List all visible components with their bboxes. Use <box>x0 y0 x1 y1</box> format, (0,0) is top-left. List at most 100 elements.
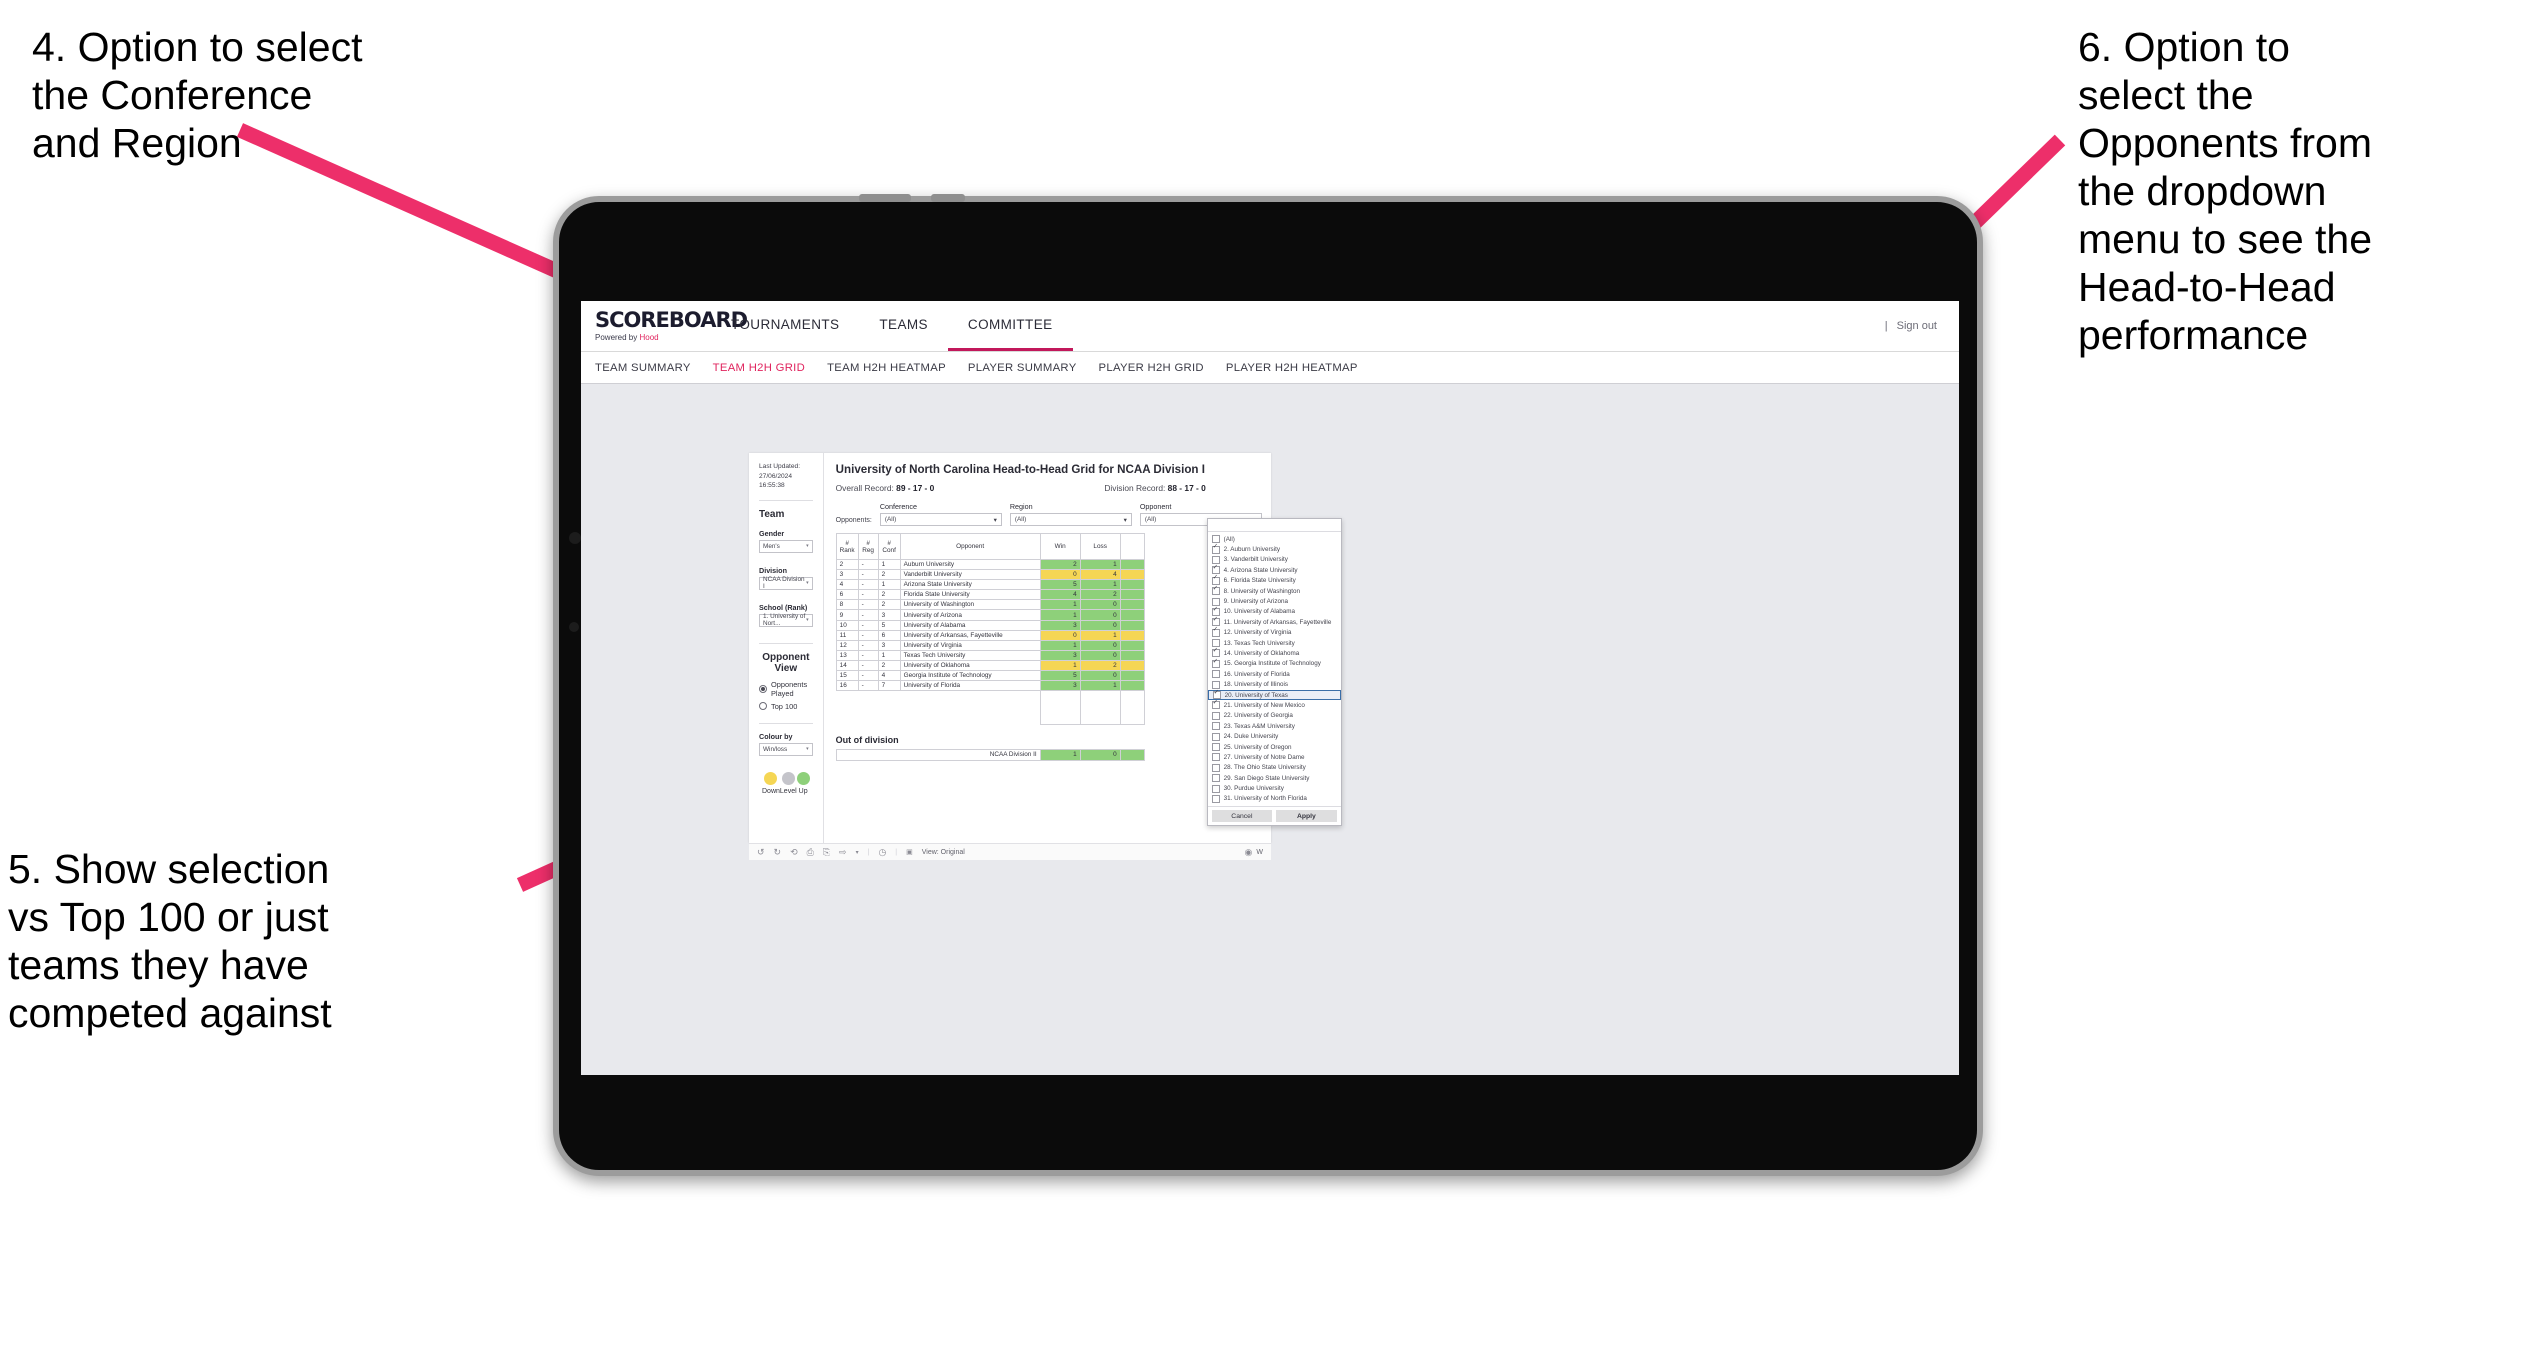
topnav-item-committee[interactable]: COMMITTEE <box>947 301 1073 351</box>
checkbox-icon[interactable] <box>1211 575 1220 585</box>
cancel-button[interactable]: Cancel <box>1211 810 1273 823</box>
table-row[interactable]: 9-3 University of Arizona 1 0 <box>835 609 1145 621</box>
checkbox-icon[interactable] <box>1211 743 1220 751</box>
clock-icon[interactable]: ◷ <box>878 847 886 858</box>
table-row[interactable]: 10-5 University of Alabama 3 0 <box>835 619 1145 631</box>
colour-by-select[interactable]: Win/loss ▾ <box>759 742 813 756</box>
table-row[interactable]: 11-6 University of Arkansas, Fayetteville… <box>835 629 1145 641</box>
opponent-option[interactable]: 21. University of New Mexico <box>1208 700 1341 710</box>
checkbox-icon[interactable] <box>1211 722 1220 731</box>
checkbox-icon[interactable] <box>1211 753 1220 762</box>
opponent-option[interactable]: 23. Texas A&M University <box>1208 721 1341 731</box>
opponent-option[interactable]: 15. Georgia Institute of Technology <box>1208 659 1341 669</box>
opponent-option[interactable]: 14. University of Oklahoma <box>1208 648 1341 658</box>
topnav-item-tournaments[interactable]: TOURNAMENTS <box>711 301 859 351</box>
table-row[interactable]: 16-7 University of Florida 3 1 <box>835 680 1145 692</box>
checkbox-icon[interactable] <box>1211 639 1220 648</box>
conference-filter-select[interactable]: (All) ▾ <box>879 513 1002 526</box>
table-row[interactable]: 4-1 Arizona State University 5 1 <box>835 579 1145 591</box>
watch-label[interactable]: W <box>1256 849 1263 856</box>
opponent-option[interactable]: 24. Duke University <box>1208 731 1341 741</box>
checkbox-icon[interactable] <box>1211 617 1220 627</box>
scoreboard-logo[interactable]: SCOREBOARD Powered by Hood <box>581 301 748 351</box>
caret-icon[interactable]: ▾ <box>856 849 859 856</box>
opponent-option[interactable]: 8. University of Washington <box>1208 586 1341 596</box>
gender-select[interactable]: Men's ▾ <box>759 539 813 553</box>
school-select[interactable]: 1. University of Nort... ▾ <box>759 613 813 627</box>
revert-icon[interactable]: ⟲ <box>790 847 798 858</box>
undo-icon[interactable]: ↺ <box>757 847 765 858</box>
subnav-item-player-summary[interactable]: PLAYER SUMMARY <box>968 362 1077 374</box>
checkbox-icon[interactable] <box>1211 586 1220 596</box>
opponent-option[interactable]: 30. Purdue University <box>1208 783 1341 793</box>
opponent-option[interactable]: 11. University of Arkansas, Fayetteville <box>1208 617 1341 627</box>
power-button[interactable] <box>931 194 965 202</box>
view-original-icon[interactable]: ▣ <box>906 848 913 856</box>
share-icon[interactable]: ⇨ <box>839 847 847 858</box>
table-row[interactable]: 12-3 University of Virginia 1 0 <box>835 639 1145 651</box>
apply-button[interactable]: Apply <box>1276 810 1337 823</box>
topnav-item-teams[interactable]: TEAMS <box>859 301 948 351</box>
checkbox-icon[interactable] <box>1211 535 1220 544</box>
subnav-item-player-h2h-heatmap[interactable]: PLAYER H2H HEATMAP <box>1226 362 1358 374</box>
volume-button[interactable] <box>859 194 911 202</box>
region-filter-select[interactable]: (All) ▾ <box>1009 513 1132 526</box>
checkbox-icon[interactable] <box>1211 732 1220 741</box>
opponent-option[interactable]: 29. San Diego State University <box>1208 773 1341 783</box>
checkbox-icon[interactable] <box>1211 659 1220 668</box>
checkbox-icon[interactable] <box>1211 565 1220 575</box>
opponent-option[interactable]: 20. University of Texas <box>1207 690 1341 701</box>
view-label[interactable]: View: Original <box>922 849 965 856</box>
checkbox-icon[interactable] <box>1212 690 1221 700</box>
opponent-option[interactable]: 3. Vanderbilt University <box>1208 555 1341 565</box>
opponent-option[interactable]: 10. University of Alabama <box>1208 607 1341 617</box>
table-row[interactable]: 6-2 Florida State University 4 2 <box>835 589 1145 601</box>
checkbox-icon[interactable] <box>1211 607 1220 616</box>
redo-icon[interactable]: ↻ <box>774 847 782 858</box>
checkbox-icon[interactable] <box>1211 784 1220 793</box>
checkbox-icon[interactable] <box>1211 680 1220 689</box>
watch-eye-icon[interactable]: ◉ <box>1245 847 1253 858</box>
opponent-option[interactable]: 6. Florida State University <box>1208 575 1341 586</box>
refresh-data-icon[interactable]: ⎙ <box>807 847 814 858</box>
checkbox-icon[interactable] <box>1211 544 1220 554</box>
table-row[interactable]: 15-4 Georgia Institute of Technology 5 0 <box>835 670 1145 682</box>
opponent-option[interactable]: 9. University of Arizona <box>1208 596 1341 606</box>
checkbox-icon[interactable] <box>1211 774 1220 783</box>
opponent-option[interactable]: 25. University of Oregon <box>1208 742 1341 752</box>
checkbox-icon[interactable] <box>1211 711 1220 720</box>
checkbox-icon[interactable] <box>1211 627 1220 637</box>
subnav-item-team-summary[interactable]: TEAM SUMMARY <box>595 362 691 374</box>
opponent-option[interactable]: 4. Arizona State University <box>1208 565 1341 575</box>
sign-out-link[interactable]: Sign out <box>1897 320 1937 332</box>
opponent-option[interactable]: 2. Auburn University <box>1208 544 1341 554</box>
opponent-option[interactable]: 12. University of Virginia <box>1208 627 1341 638</box>
opponent-option[interactable]: 31. University of North Florida <box>1208 794 1341 804</box>
checkbox-icon[interactable] <box>1211 648 1220 658</box>
division-select[interactable]: NCAA Division I ▾ <box>759 576 813 590</box>
opponent-search-input[interactable] <box>1207 519 1341 532</box>
table-row[interactable]: 8-2 University of Washington 1 0 <box>835 599 1145 611</box>
subnav-item-team-h2h-heatmap[interactable]: TEAM H2H HEATMAP <box>827 362 946 374</box>
checkbox-icon[interactable] <box>1211 670 1220 679</box>
checkbox-icon[interactable] <box>1211 597 1220 606</box>
table-row[interactable]: 14-2 University of Oklahoma 1 2 <box>835 659 1145 672</box>
opponent-option[interactable]: 13. Texas Tech University <box>1208 638 1341 648</box>
table-row[interactable]: 13-1 Texas Tech University 3 0 <box>835 649 1145 661</box>
subnav-item-team-h2h-grid[interactable]: TEAM H2H GRID <box>713 362 805 374</box>
subnav-item-player-h2h-grid[interactable]: PLAYER H2H GRID <box>1099 362 1204 374</box>
pause-icon[interactable]: ⎘ <box>823 847 830 858</box>
opponent-option[interactable]: (All) <box>1208 534 1341 544</box>
radio-opponents-played[interactable]: Opponents Played <box>759 680 813 698</box>
opponent-option[interactable]: 18. University of Illinois <box>1208 679 1341 689</box>
opponent-option[interactable]: 22. University of Georgia <box>1208 711 1341 721</box>
table-row[interactable]: 2-1 Auburn University 2 1 <box>835 558 1145 571</box>
checkbox-icon[interactable] <box>1211 700 1220 710</box>
opponent-option[interactable]: 16. University of Florida <box>1208 669 1341 679</box>
checkbox-icon[interactable] <box>1211 555 1220 564</box>
checkbox-icon[interactable] <box>1211 763 1220 772</box>
opponent-option[interactable]: 27. University of Notre Dame <box>1208 752 1341 762</box>
opponent-dropdown-panel[interactable]: (All) 2. Auburn University 3. Vanderbilt U… <box>1206 518 1342 827</box>
radio-top-100[interactable]: Top 100 <box>759 702 813 711</box>
table-row[interactable]: 3-2 Vanderbilt University 0 4 <box>835 569 1145 581</box>
